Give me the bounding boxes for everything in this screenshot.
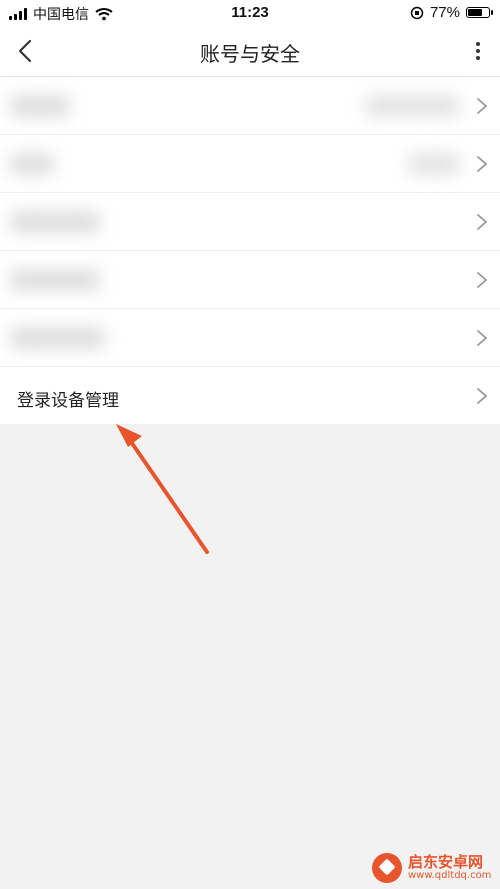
redacted-label: [10, 153, 54, 175]
list-item-label: 登录设备管理: [17, 391, 119, 411]
list-item-redacted-5[interactable]: [0, 309, 500, 367]
list-item-redacted-4[interactable]: [0, 251, 500, 309]
watermark-url: www.qdltdq.com: [408, 869, 492, 881]
chevron-right-icon: [477, 98, 488, 114]
list-item-login-device-management[interactable]: 登录设备管理: [0, 367, 500, 425]
status-bar: 中国电信 11:23 77%: [0, 0, 500, 26]
chevron-right-icon: [477, 272, 488, 288]
redacted-value: [408, 153, 460, 175]
battery-level-fill: [468, 9, 482, 16]
redacted-label: [10, 327, 105, 349]
watermark-title: 启东安卓网: [408, 852, 484, 871]
battery-icon: [466, 7, 493, 18]
redacted-label: [10, 269, 100, 291]
settings-list: 登录设备管理: [0, 77, 500, 425]
watermark: 启东安卓网 www.qdltdq.com: [372, 852, 491, 884]
page-title: 账号与安全: [200, 42, 300, 66]
list-item-redacted-3[interactable]: [0, 193, 500, 251]
list-item-redacted-2[interactable]: [0, 135, 500, 193]
orientation-lock-icon: [410, 6, 424, 19]
redacted-label: [10, 211, 100, 233]
watermark-text: 启东安卓网 www.qdltdq.com: [408, 852, 492, 881]
status-right: 77%: [410, 4, 493, 21]
navigation-bar: 账号与安全: [0, 26, 500, 77]
list-item-redacted-1[interactable]: [0, 77, 500, 135]
redacted-label: [10, 95, 70, 117]
chevron-right-icon: [477, 214, 488, 230]
battery-percent: 77%: [429, 4, 460, 21]
redacted-value: [365, 95, 460, 117]
more-vertical-icon[interactable]: [472, 40, 484, 62]
chevron-right-icon: [477, 330, 488, 346]
chevron-right-icon: [477, 156, 488, 172]
chevron-right-icon: [477, 388, 488, 404]
watermark-logo-icon: [372, 853, 402, 883]
